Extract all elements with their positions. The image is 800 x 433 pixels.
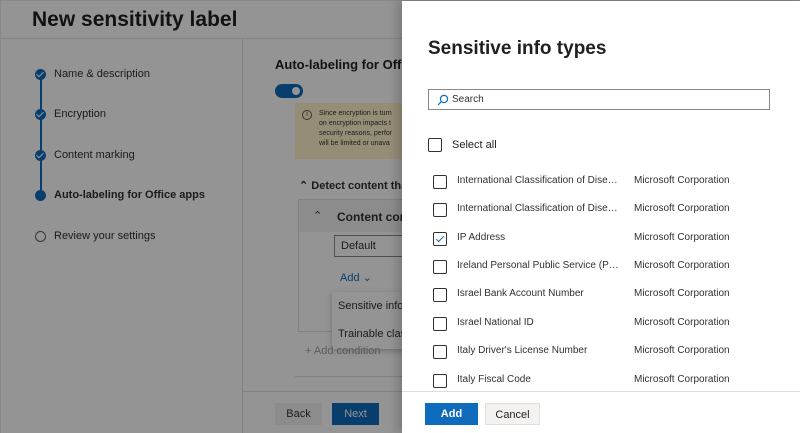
row-checkbox[interactable] xyxy=(433,175,447,189)
cancel-button[interactable]: Cancel xyxy=(485,403,540,425)
publisher: Microsoft Corporation xyxy=(634,260,730,271)
list-item[interactable]: International Classification of Disease.… xyxy=(402,195,800,223)
flyout-title: Sensitive info types xyxy=(428,38,607,59)
row-checkbox[interactable] xyxy=(433,345,447,359)
flyout-footer: Add Cancel xyxy=(402,391,800,433)
search-icon xyxy=(437,94,449,106)
list-item[interactable]: IP Address Microsoft Corporation xyxy=(402,224,800,252)
publisher: Microsoft Corporation xyxy=(634,203,730,214)
info-type-name: Israel Bank Account Number xyxy=(457,288,584,299)
select-all-checkbox[interactable] xyxy=(428,138,442,152)
select-all-label: Select all xyxy=(452,139,497,151)
publisher: Microsoft Corporation xyxy=(634,345,730,356)
info-type-name: Ireland Personal Public Service (PPS) ..… xyxy=(457,260,620,271)
publisher: Microsoft Corporation xyxy=(634,374,730,385)
modal-overlay[interactable] xyxy=(1,1,402,433)
list-item[interactable]: International Classification of Disease.… xyxy=(402,167,800,195)
row-checkbox[interactable] xyxy=(433,317,447,331)
list-item[interactable]: Ireland Personal Public Service (PPS) ..… xyxy=(402,252,800,280)
search-box[interactable] xyxy=(428,89,770,110)
sensitive-info-types-list: International Classification of Disease.… xyxy=(402,167,800,395)
search-input[interactable] xyxy=(452,90,766,109)
publisher: Microsoft Corporation xyxy=(634,175,730,186)
row-checkbox[interactable] xyxy=(433,203,447,217)
row-checkbox-checked[interactable] xyxy=(433,232,447,246)
list-item[interactable]: Italy Driver's License Number Microsoft … xyxy=(402,337,800,365)
row-checkbox[interactable] xyxy=(433,374,447,388)
list-item[interactable]: Israel National ID Microsoft Corporation xyxy=(402,309,800,337)
sensitive-info-types-flyout: Sensitive info types Select all Internat… xyxy=(402,1,800,433)
info-type-name: Italy Fiscal Code xyxy=(457,374,531,385)
info-type-name: Israel National ID xyxy=(457,317,534,328)
add-button[interactable]: Add xyxy=(425,403,478,425)
info-type-name: International Classification of Disease.… xyxy=(457,203,620,214)
info-type-name: IP Address xyxy=(457,232,506,243)
list-item[interactable]: Israel Bank Account Number Microsoft Cor… xyxy=(402,280,800,308)
row-checkbox[interactable] xyxy=(433,288,447,302)
info-type-name: International Classification of Disease.… xyxy=(457,175,620,186)
publisher: Microsoft Corporation xyxy=(634,232,730,243)
publisher: Microsoft Corporation xyxy=(634,317,730,328)
list-item[interactable]: Italy Fiscal Code Microsoft Corporation xyxy=(402,366,800,394)
info-type-name: Italy Driver's License Number xyxy=(457,345,588,356)
row-checkbox[interactable] xyxy=(433,260,447,274)
publisher: Microsoft Corporation xyxy=(634,288,730,299)
